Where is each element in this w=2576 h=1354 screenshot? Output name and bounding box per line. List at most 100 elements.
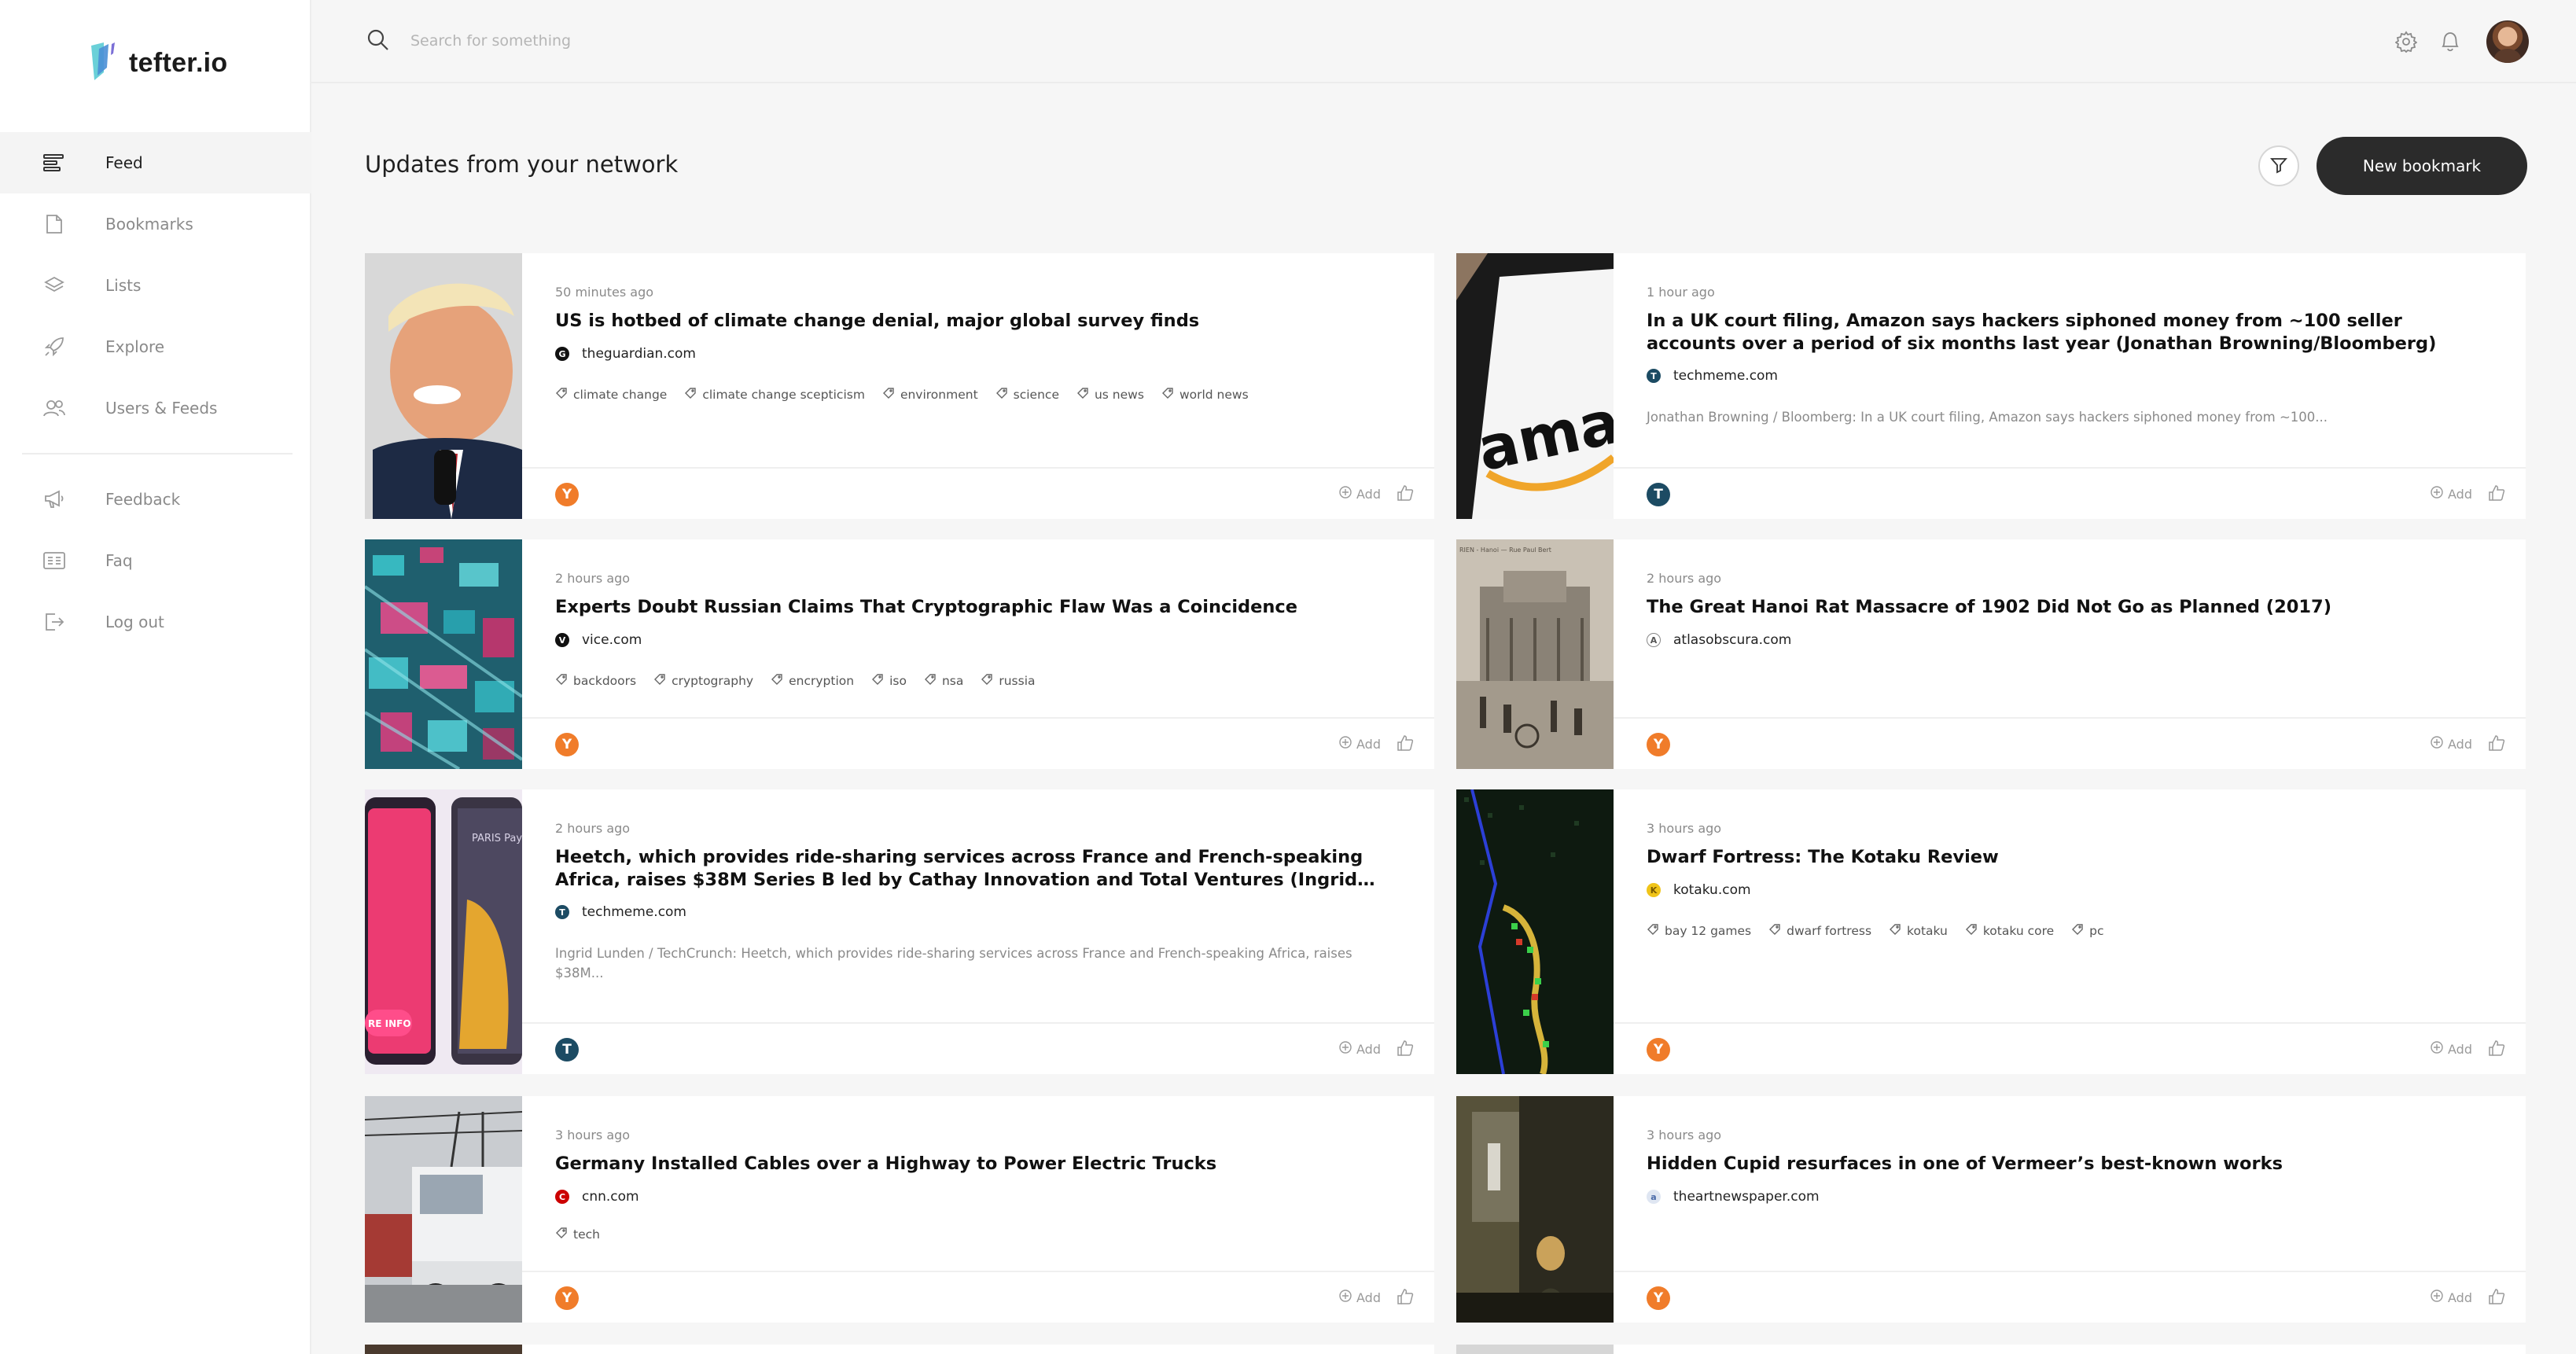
feed-card-partial[interactable] [1456, 1345, 2526, 1354]
sidebar-item-lists[interactable]: Lists [0, 255, 311, 316]
tag[interactable]: tech [555, 1227, 600, 1242]
sidebar-item-users-feeds[interactable]: Users & Feeds [0, 377, 311, 439]
new-bookmark-button[interactable]: New bookmark [2317, 137, 2527, 195]
sidebar-item-label: Feedback [105, 490, 181, 509]
feed-card[interactable]: 2 hours ago Experts Doubt Russian Claims… [365, 539, 1434, 769]
feed-card[interactable]: 3 hours ago Dwarf Fortress: The Kotaku R… [1456, 789, 2526, 1074]
source-badge[interactable]: Y [555, 733, 579, 756]
add-button[interactable]: Add [2431, 486, 2472, 502]
card-source[interactable]: T techmeme.com [1647, 368, 1778, 384]
card-title[interactable]: Dwarf Fortress: The Kotaku Review [1647, 846, 2478, 869]
tag[interactable]: climate change scepticism [684, 387, 865, 403]
sidebar-item-feed[interactable]: Feed [0, 132, 311, 193]
tag[interactable]: pc [2071, 923, 2104, 939]
feed-card[interactable]: 3 hours ago Germany Installed Cables ove… [365, 1096, 1434, 1323]
faq-icon [42, 549, 66, 572]
card-title[interactable]: Heetch, which provides ride-sharing serv… [555, 846, 1387, 892]
tag[interactable]: nsa [924, 673, 963, 689]
card-title[interactable]: Germany Installed Cables over a Highway … [555, 1153, 1387, 1176]
tag[interactable]: bay 12 games [1647, 923, 1751, 939]
thumbs-up-icon[interactable] [2488, 734, 2505, 755]
sidebar-item-logout[interactable]: Log out [0, 591, 311, 653]
card-title[interactable]: US is hotbed of climate change denial, m… [555, 310, 1387, 333]
source-badge[interactable]: T [555, 1038, 579, 1061]
card-source[interactable]: G theguardian.com [555, 346, 696, 362]
add-button[interactable]: Add [2431, 736, 2472, 752]
thumbs-up-icon[interactable] [1397, 734, 1414, 755]
card-tags: tech [555, 1227, 617, 1242]
thumbs-up-icon[interactable] [1397, 1288, 1414, 1308]
app-logo[interactable]: tefter.io [86, 41, 228, 85]
card-footer: Y Add [1614, 717, 2526, 769]
tag[interactable]: world news [1161, 387, 1249, 403]
tag[interactable]: cryptography [653, 673, 753, 689]
card-source[interactable]: A atlasobscura.com [1647, 632, 1791, 648]
tag[interactable]: kotaku [1889, 923, 1948, 939]
tag[interactable]: environment [882, 387, 978, 403]
sidebar-item-bookmarks[interactable]: Bookmarks [0, 193, 311, 255]
thumbs-up-icon[interactable] [2488, 484, 2505, 505]
tag[interactable]: russia [981, 673, 1036, 689]
tag-label: world news [1179, 388, 1249, 402]
add-button[interactable]: Add [1339, 486, 1381, 502]
sidebar-item-faq[interactable]: Faq [0, 530, 311, 591]
source-badge[interactable]: Y [1647, 1038, 1670, 1061]
card-title[interactable]: Experts Doubt Russian Claims That Crypto… [555, 596, 1387, 619]
card-source[interactable]: V vice.com [555, 632, 642, 648]
filter-button[interactable] [2258, 145, 2299, 186]
feed-card-partial[interactable] [365, 1345, 1434, 1354]
source-badge[interactable]: T [1647, 483, 1670, 506]
add-button[interactable]: Add [1339, 1041, 1381, 1057]
sidebar-item-explore[interactable]: Explore [0, 316, 311, 377]
vice-favicon: V [555, 633, 569, 647]
tag-label: science [1013, 388, 1059, 402]
thumbs-up-icon[interactable] [1397, 1039, 1414, 1060]
feed-card[interactable]: amaz 1 hour ago In a UK court filing, Am… [1456, 253, 2526, 519]
card-source-label: theartnewspaper.com [1673, 1189, 1820, 1205]
card-source[interactable]: T techmeme.com [555, 904, 686, 920]
search-input[interactable] [410, 27, 961, 55]
bell-icon[interactable] [2434, 26, 2466, 57]
search-icon[interactable] [366, 28, 390, 55]
users-icon [42, 396, 66, 420]
add-button[interactable]: Add [1339, 1290, 1381, 1305]
source-badge[interactable]: Y [555, 1286, 579, 1310]
source-badge[interactable]: Y [555, 483, 579, 506]
card-source[interactable]: a theartnewspaper.com [1647, 1189, 1820, 1205]
card-footer: Y Add [522, 1271, 1434, 1323]
feed-card[interactable]: RE INFO PARIS Pay in 2 hours ago Heetch,… [365, 789, 1434, 1074]
plus-circle-icon [1339, 736, 1352, 752]
tag[interactable]: encryption [771, 673, 854, 689]
add-button[interactable]: Add [1339, 736, 1381, 752]
tag[interactable]: dwarf fortress [1768, 923, 1871, 939]
card-title[interactable]: In a UK court filing, Amazon says hacker… [1647, 310, 2478, 355]
card-title[interactable]: The Great Hanoi Rat Massacre of 1902 Did… [1647, 596, 2478, 619]
avatar[interactable] [2486, 20, 2529, 63]
card-title[interactable]: Hidden Cupid resurfaces in one of Vermee… [1647, 1153, 2478, 1176]
sidebar-item-feedback[interactable]: Feedback [0, 469, 311, 530]
feed-card[interactable]: 50 minutes ago US is hotbed of climate c… [365, 253, 1434, 519]
thumbs-up-icon[interactable] [2488, 1288, 2505, 1308]
card-source-label: cnn.com [582, 1189, 639, 1205]
feed-card[interactable]: RIEN - Hanoi — Rue Paul Bert 2 hours ago… [1456, 539, 2526, 769]
tag[interactable]: science [995, 387, 1059, 403]
tag[interactable]: kotaku core [1965, 923, 2054, 939]
card-source[interactable]: K kotaku.com [1647, 882, 1751, 898]
card-source[interactable]: C cnn.com [555, 1189, 639, 1205]
gear-icon[interactable] [2390, 26, 2422, 57]
tag[interactable]: backdoors [555, 673, 636, 689]
tag[interactable]: iso [871, 673, 907, 689]
feed-card[interactable]: 3 hours ago Hidden Cupid resurfaces in o… [1456, 1096, 2526, 1323]
add-button[interactable]: Add [2431, 1041, 2472, 1057]
card-body: 2 hours ago The Great Hanoi Rat Massacre… [1614, 539, 2526, 769]
source-badge[interactable]: Y [1647, 1286, 1670, 1310]
card-time: 2 hours ago [555, 821, 631, 836]
card-thumbnail: amaz [1456, 253, 1614, 519]
tag[interactable]: climate change [555, 387, 667, 403]
tag[interactable]: us news [1076, 387, 1144, 403]
thumbs-up-icon[interactable] [2488, 1039, 2505, 1060]
tag-icon [771, 673, 783, 689]
add-button[interactable]: Add [2431, 1290, 2472, 1305]
thumbs-up-icon[interactable] [1397, 484, 1414, 505]
source-badge[interactable]: Y [1647, 733, 1670, 756]
